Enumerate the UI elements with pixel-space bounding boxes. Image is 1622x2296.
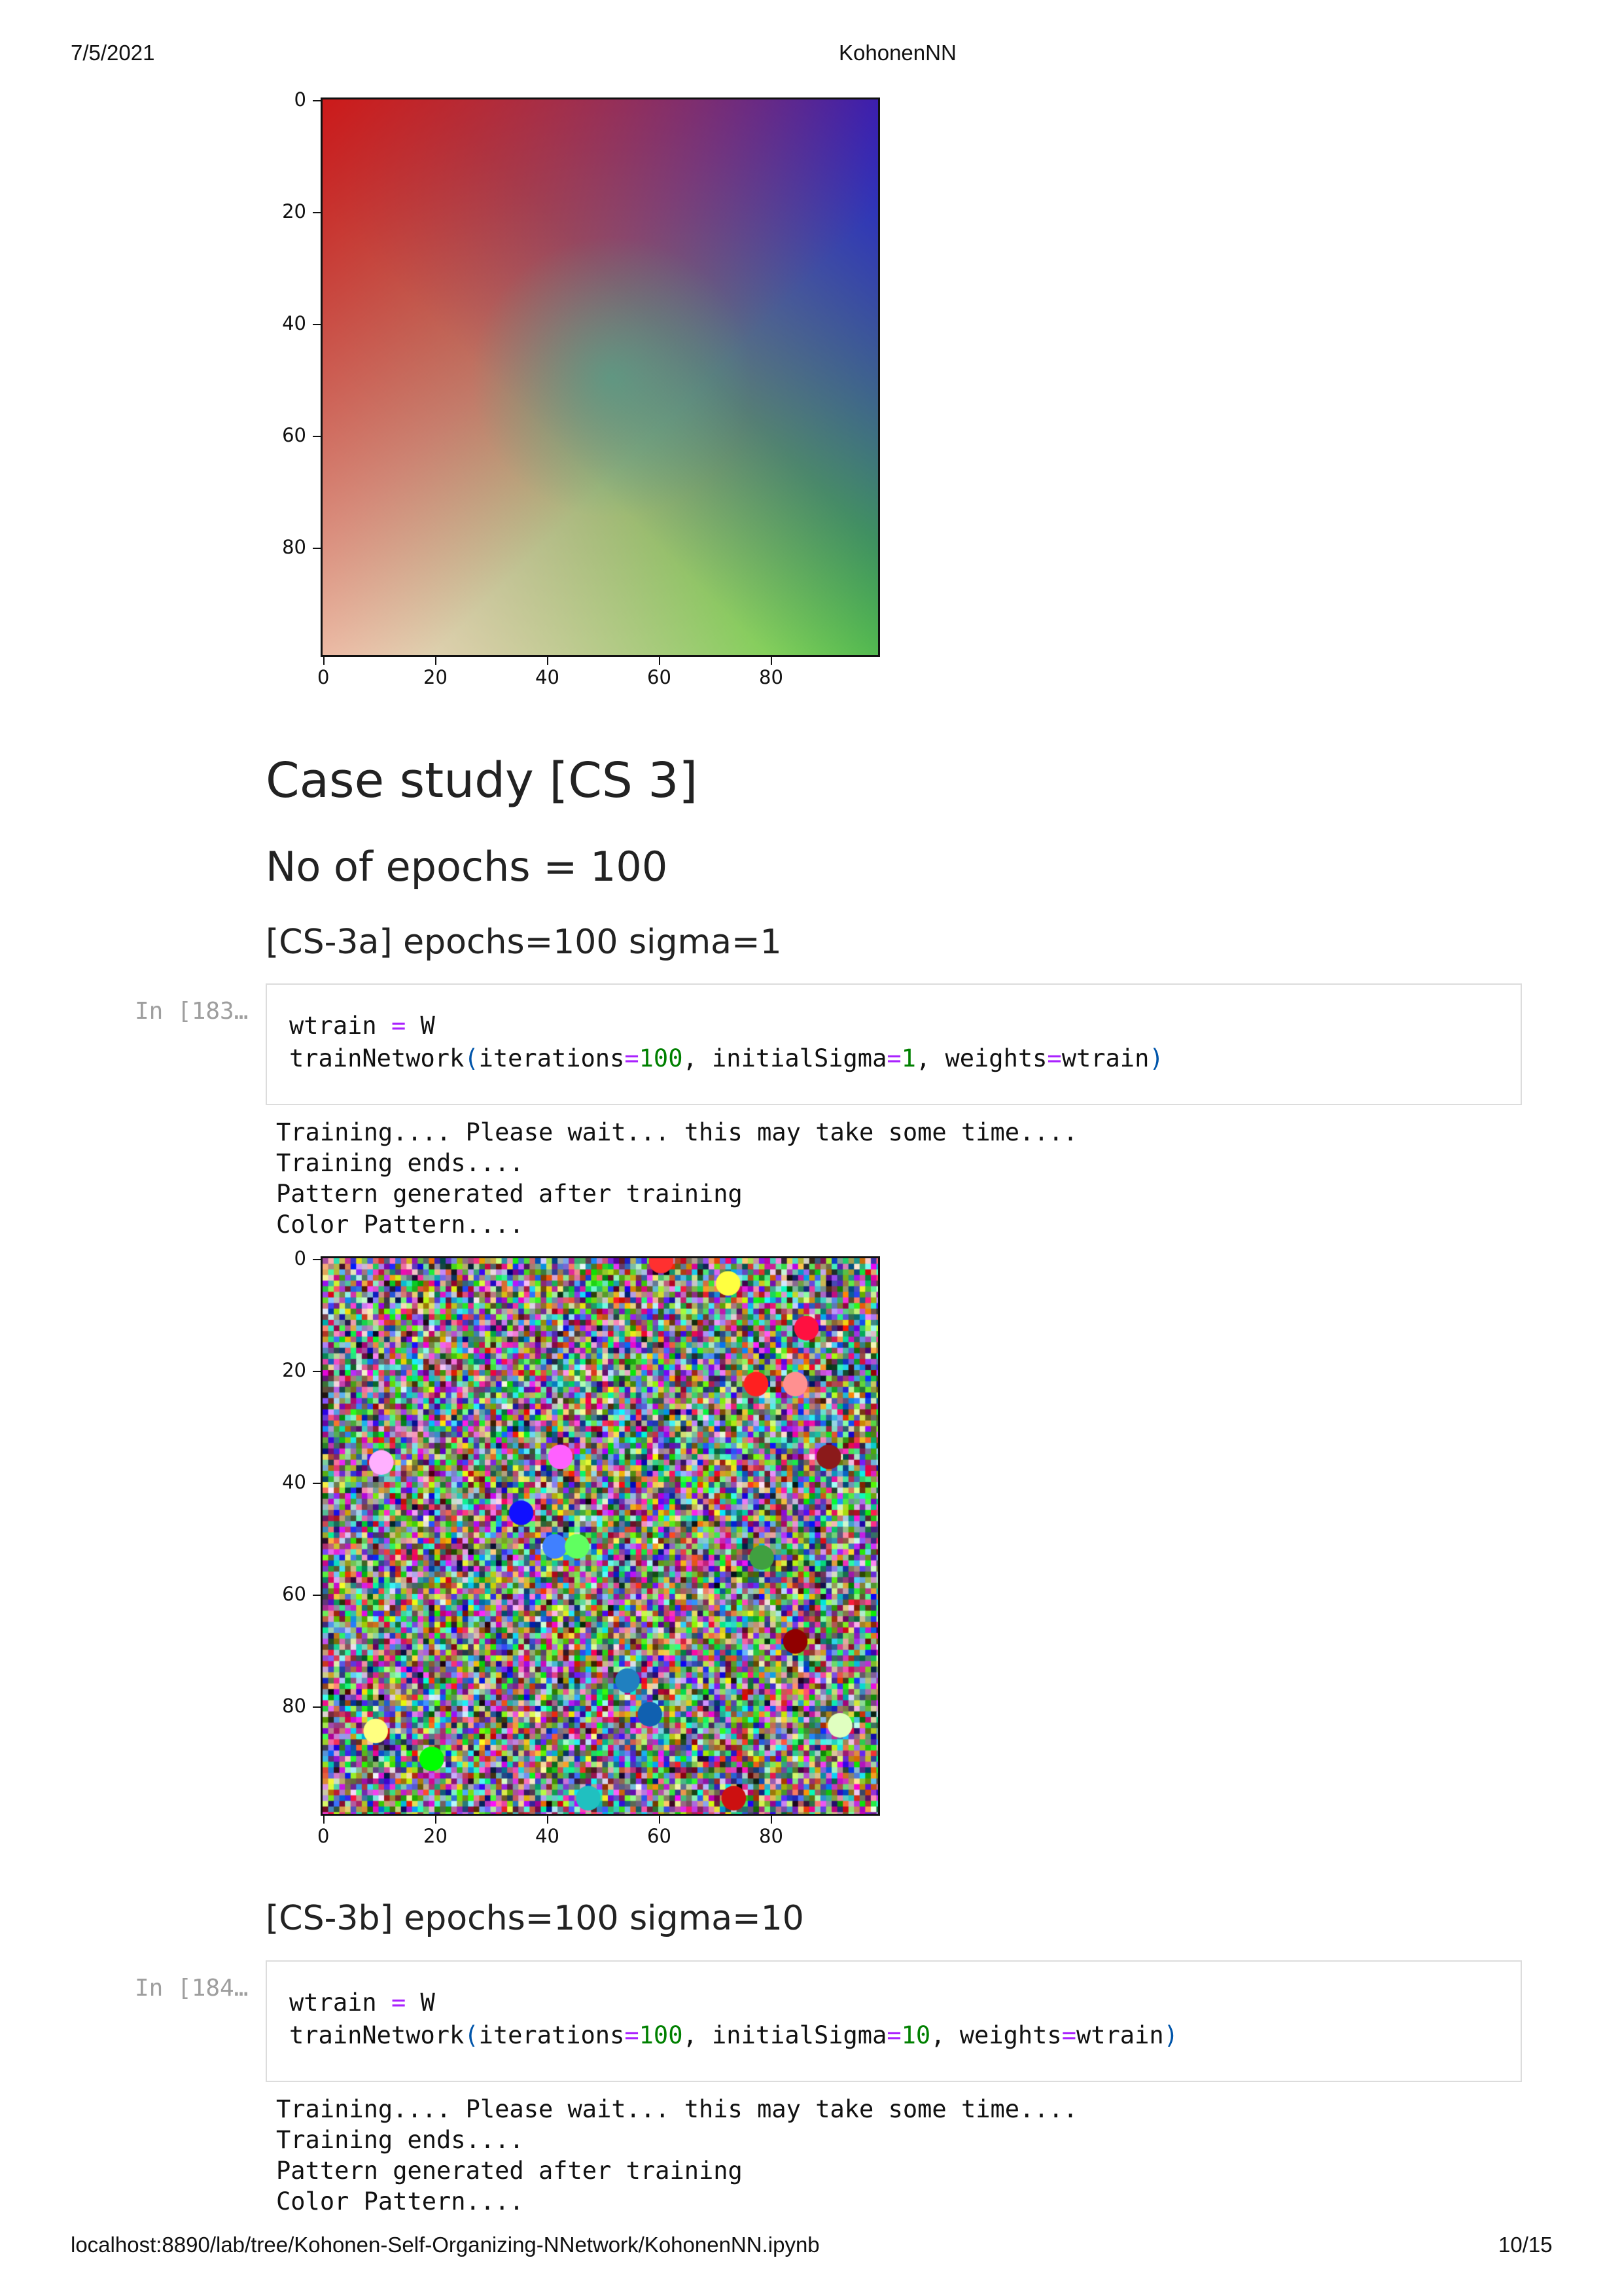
- code-token: weights: [959, 2021, 1062, 2049]
- code-token: wtrain: [289, 1012, 377, 1040]
- code-token: wtrain: [1061, 1044, 1150, 1072]
- cell-prompt: In [183…: [135, 998, 249, 1025]
- x-tick-label: 80: [759, 1825, 783, 1847]
- y-tick-mark: [313, 1483, 321, 1484]
- x-tick-mark: [547, 657, 548, 665]
- heading-epochs: No of epochs = 100: [266, 843, 668, 891]
- code-token: 100: [639, 1044, 683, 1072]
- y-tick-mark: [313, 212, 321, 213]
- code-token: W: [420, 1012, 435, 1040]
- print-url: localhost:8890/lab/tree/Kohonen-Self-Org…: [71, 2233, 820, 2257]
- print-date: 7/5/2021: [71, 41, 155, 65]
- code-token: 100: [639, 2021, 683, 2049]
- x-tick-label: 20: [423, 666, 448, 688]
- plot-area: [321, 1256, 880, 1816]
- y-tick-label: 60: [282, 424, 306, 446]
- y-tick-mark: [313, 1371, 321, 1372]
- code-token: trainNetwork: [289, 2021, 465, 2049]
- y-tick-mark: [313, 1706, 321, 1708]
- y-tick-label: 40: [282, 1471, 306, 1493]
- y-tick-label: 60: [282, 1583, 306, 1605]
- y-tick-label: 20: [282, 1359, 306, 1381]
- x-tick-label: 60: [647, 666, 671, 688]
- x-tick-label: 80: [759, 666, 783, 688]
- heading-cs3a: [CS-3a] epochs=100 sigma=1: [266, 923, 782, 962]
- code-token: iterations: [478, 1044, 625, 1072]
- plot-area: [321, 97, 880, 657]
- code-token: 1: [901, 1044, 916, 1072]
- code-token: =: [391, 1988, 406, 2017]
- cell-prompt: In [184…: [135, 1975, 249, 2002]
- code-token: W: [420, 1988, 435, 2017]
- x-tick-mark: [659, 1816, 660, 1824]
- x-tick-mark: [323, 657, 325, 665]
- y-tick-mark: [313, 1595, 321, 1596]
- x-tick-mark: [435, 1816, 436, 1824]
- code-token: initialSigma: [712, 1044, 887, 1072]
- cell-output-text: Training.... Please wait... this may tak…: [276, 1118, 1078, 1239]
- x-tick-mark: [771, 1816, 772, 1824]
- code-token: iterations: [478, 2021, 625, 2049]
- code-cell[interactable]: wtrain = W trainNetwork(iterations=100, …: [266, 983, 1522, 1105]
- heading-case-study: Case study [CS 3]: [266, 752, 698, 809]
- heading-cs3b: [CS-3b] epochs=100 sigma=10: [266, 1899, 804, 1938]
- code-token: wtrain: [1076, 2021, 1164, 2049]
- y-tick-mark: [313, 548, 321, 549]
- code-cell[interactable]: wtrain = W trainNetwork(iterations=100, …: [266, 1960, 1522, 2082]
- y-tick-label: 40: [282, 312, 306, 334]
- noise-image: [323, 1258, 878, 1814]
- code-text: wtrain = W trainNetwork(iterations=100, …: [289, 1988, 1178, 2049]
- print-title: KohonenNN: [839, 41, 957, 65]
- y-tick-mark: [313, 100, 321, 101]
- x-tick-mark: [771, 657, 772, 665]
- x-tick-mark: [659, 657, 660, 665]
- x-tick-mark: [435, 657, 436, 665]
- y-tick-mark: [313, 1259, 321, 1260]
- cell-output-text: Training.... Please wait... this may tak…: [276, 2095, 1078, 2216]
- y-tick-label: 80: [282, 536, 306, 558]
- code-token: =: [391, 1012, 406, 1040]
- x-tick-label: 40: [535, 1825, 559, 1847]
- y-tick-mark: [313, 436, 321, 437]
- x-tick-label: 20: [423, 1825, 448, 1847]
- y-tick-label: 80: [282, 1695, 306, 1717]
- x-tick-label: 40: [535, 666, 559, 688]
- x-tick-mark: [547, 1816, 548, 1824]
- y-tick-label: 0: [294, 88, 306, 111]
- x-tick-mark: [323, 1816, 325, 1824]
- y-tick-label: 20: [282, 200, 306, 222]
- x-tick-label: 0: [317, 1825, 330, 1847]
- code-text: wtrain = W trainNetwork(iterations=100, …: [289, 1012, 1164, 1072]
- y-tick-label: 0: [294, 1247, 306, 1269]
- code-token: initialSigma: [712, 2021, 887, 2049]
- code-token: weights: [945, 1044, 1048, 1072]
- code-token: 10: [901, 2021, 931, 2049]
- code-token: trainNetwork: [289, 1044, 465, 1072]
- print-page-number: 10/15: [1498, 2233, 1553, 2257]
- y-tick-mark: [313, 324, 321, 325]
- x-tick-label: 0: [317, 666, 330, 688]
- x-tick-label: 60: [647, 1825, 671, 1847]
- code-token: wtrain: [289, 1988, 377, 2017]
